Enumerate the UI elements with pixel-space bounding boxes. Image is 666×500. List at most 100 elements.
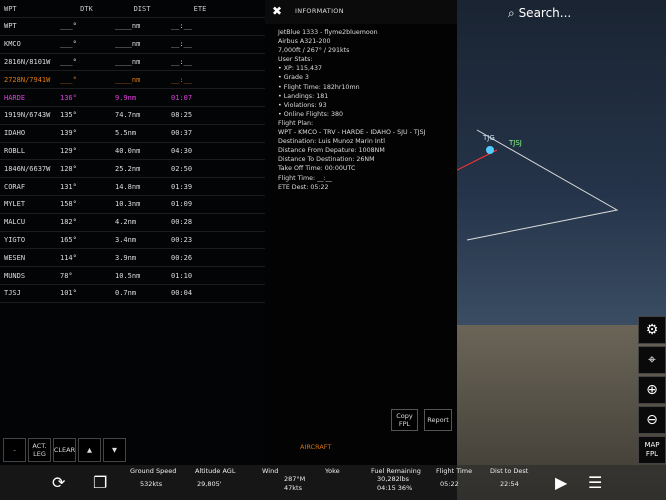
waypoint-wpt: KMCO bbox=[4, 40, 21, 49]
dot-button[interactable]: - bbox=[3, 438, 26, 462]
waypoint-row[interactable]: YIGTO 165° 3.4nm 00:23 bbox=[0, 232, 265, 250]
center-button[interactable]: ⌖ bbox=[638, 346, 666, 374]
waypoint-dtk: ___° bbox=[60, 57, 77, 66]
copy-icon[interactable]: ❐ bbox=[93, 473, 107, 492]
info-line: Take Off Time: 00:00UTC bbox=[278, 165, 356, 173]
bottom-bar: ⟳ ❐ Ground Speed 532kts Altitude AGL 29,… bbox=[0, 465, 666, 500]
map-label-tjsj: TJSJ bbox=[509, 139, 522, 147]
settings-button[interactable]: ⚙ bbox=[638, 316, 666, 344]
waypoint-row[interactable]: CORAF 131° 14.8nm 01:39 bbox=[0, 178, 265, 196]
fuel-label: Fuel Remaining bbox=[371, 467, 421, 475]
waypoint-dtk: ___° bbox=[60, 40, 77, 49]
header-wpt: WPT bbox=[4, 4, 17, 13]
camera-icon[interactable]: ▶ bbox=[555, 473, 567, 492]
waypoint-dist: ____nm bbox=[115, 40, 141, 49]
waypoint-dist: 10.3nm bbox=[115, 200, 141, 209]
waypoint-row[interactable]: MYLET 158° 10.3nm 01:09 bbox=[0, 196, 265, 214]
waypoint-dtk: 135° bbox=[60, 111, 77, 120]
header-ete: ETE bbox=[193, 4, 207, 13]
waypoint-wpt: MUNDS bbox=[4, 271, 26, 280]
waypoint-dist: 4.2nm bbox=[115, 218, 137, 227]
waypoint-row[interactable]: 1846N/6637W 128° 25.2nm 02:50 bbox=[0, 160, 265, 179]
info-line: User Stats: bbox=[278, 56, 313, 64]
info-line: Flight Plan: bbox=[278, 119, 314, 127]
waypoint-ete: 08:25 bbox=[171, 111, 193, 120]
waypoint-ete: 00:28 bbox=[171, 218, 193, 227]
waypoint-row[interactable]: MALCU 182° 4.2nm 00:28 bbox=[0, 214, 265, 232]
waypoint-row[interactable]: ROBLL 129° 40.0nm 04:30 bbox=[0, 143, 265, 161]
waypoint-row[interactable]: 1919N/6743W 135° 74.7nm 08:25 bbox=[0, 107, 265, 125]
fuel-time: 04:15 36% bbox=[377, 484, 413, 492]
report-button[interactable]: Report bbox=[424, 409, 452, 431]
waypoint-dtk: 139° bbox=[60, 129, 77, 138]
copy-fpl-button[interactable]: Copy FPL bbox=[391, 409, 418, 431]
flight-plan-header: WPT DTK DIST ETE bbox=[0, 0, 265, 18]
search-label: Search... bbox=[518, 6, 572, 20]
info-line: WPT - KMCO - TRV - HARDE - IDAHO - SJU -… bbox=[278, 129, 426, 137]
waypoint-ete: 01:10 bbox=[171, 271, 193, 280]
info-line: • Violations: 93 bbox=[278, 101, 327, 109]
altitude-label: Altitude AGL bbox=[195, 467, 236, 475]
waypoint-dist: ____nm bbox=[115, 57, 141, 66]
information-panel: ✖ INFORMATION JetBlue 1333 - flyme2bluemo… bbox=[265, 0, 457, 465]
waypoint-dtk: 165° bbox=[60, 235, 77, 244]
waypoint-wpt: HARDE bbox=[4, 93, 26, 102]
triangle-up-icon: ▲ bbox=[87, 446, 92, 454]
wind-label: Wind bbox=[262, 467, 279, 475]
waypoint-row[interactable]: 2728N/7941W ___° ____nm __:__ bbox=[0, 71, 265, 90]
waypoint-row[interactable]: 2816N/8101W ___° ____nm __:__ bbox=[0, 54, 265, 72]
act-leg-button[interactable]: ACT. LEG bbox=[28, 438, 51, 462]
flight-time-label: Flight Time bbox=[436, 467, 473, 475]
waypoint-wpt: 2728N/7941W bbox=[4, 75, 51, 84]
waypoint-row[interactable]: KMCO ___° ____nm __:__ bbox=[0, 36, 265, 54]
info-title: INFORMATION bbox=[295, 7, 344, 16]
menu-icon[interactable]: ☰ bbox=[588, 473, 602, 492]
header-dtk: DTK bbox=[80, 4, 93, 13]
waypoint-row[interactable]: WPT ___° ____nm __:__ bbox=[0, 18, 265, 36]
waypoint-dist: 5.5nm bbox=[115, 129, 137, 138]
yoke-label[interactable]: Yoke bbox=[325, 467, 340, 475]
waypoint-dist: 40.0nm bbox=[115, 146, 141, 155]
move-up-button[interactable]: ▲ bbox=[78, 438, 101, 462]
waypoint-ete: 01:39 bbox=[171, 182, 193, 191]
close-icon[interactable]: ✖ bbox=[265, 5, 289, 17]
map-view[interactable]: TJG TJSJ bbox=[456, 0, 666, 325]
rotate-icon[interactable]: ⟳ bbox=[52, 473, 65, 492]
waypoint-ete: 00:23 bbox=[171, 235, 193, 244]
waypoint-row[interactable]: IDAHO 139° 5.5nm 00:37 bbox=[0, 125, 265, 143]
waypoint-wpt: MYLET bbox=[4, 200, 26, 209]
waypoint-dtk: 182° bbox=[60, 218, 77, 227]
map-overlay bbox=[456, 129, 619, 241]
waypoint-ete: 00:37 bbox=[171, 129, 193, 138]
waypoint-dist: 74.7nm bbox=[115, 111, 141, 120]
waypoint-dtk: 78° bbox=[60, 271, 73, 280]
flight-plan-panel: WPT DTK DIST ETE WPT ___° ____nm __:__ KMCO _… bbox=[0, 0, 265, 465]
zoom-in-button[interactable]: ⊕ bbox=[638, 376, 666, 404]
waypoint-dtk: 129° bbox=[60, 146, 77, 155]
waypoint-ete: 01:09 bbox=[171, 200, 193, 209]
map-fpl-button[interactable]: MAP FPL bbox=[638, 436, 666, 464]
waypoint-dist: 14.8nm bbox=[115, 182, 141, 191]
info-line: Distance From Depature: 1008NM bbox=[278, 147, 385, 155]
tab-aircraft[interactable]: AIRCRAFT bbox=[300, 443, 331, 451]
clear-button[interactable]: CLEAR bbox=[53, 438, 76, 462]
zoom-in-icon: ⊕ bbox=[646, 382, 658, 398]
waypoint-dtk: 131° bbox=[60, 182, 77, 191]
waypoint-wpt: IDAHO bbox=[4, 129, 26, 138]
waypoint-dist: 9.9nm bbox=[115, 93, 137, 102]
waypoint-row[interactable]: TJSJ 101° 0.7nm 00:04 bbox=[0, 285, 265, 303]
dist-value: 22:54 bbox=[500, 480, 519, 488]
waypoint-row[interactable]: WESEN 114° 3.9nm 00:26 bbox=[0, 249, 265, 268]
waypoint-ete: 01:07 bbox=[171, 93, 193, 102]
waypoint-ete: 02:50 bbox=[171, 164, 193, 173]
map-label-tjg: TJG bbox=[483, 134, 495, 142]
zoom-out-icon: ⊖ bbox=[646, 412, 658, 428]
search-button[interactable]: ⌕ Search... bbox=[508, 6, 571, 21]
move-down-button[interactable]: ▼ bbox=[103, 438, 126, 462]
zoom-out-button[interactable]: ⊖ bbox=[638, 406, 666, 434]
header-dist: DIST bbox=[133, 4, 151, 13]
waypoint-row[interactable]: MUNDS 78° 10.5nm 01:10 bbox=[0, 267, 265, 285]
waypoint-dist: 10.5nm bbox=[115, 271, 141, 280]
info-line: Destination: Luis Munoz Marin Intl bbox=[278, 138, 385, 146]
waypoint-row[interactable]: HARDE 136° 9.9nm 01:07 bbox=[0, 89, 265, 107]
